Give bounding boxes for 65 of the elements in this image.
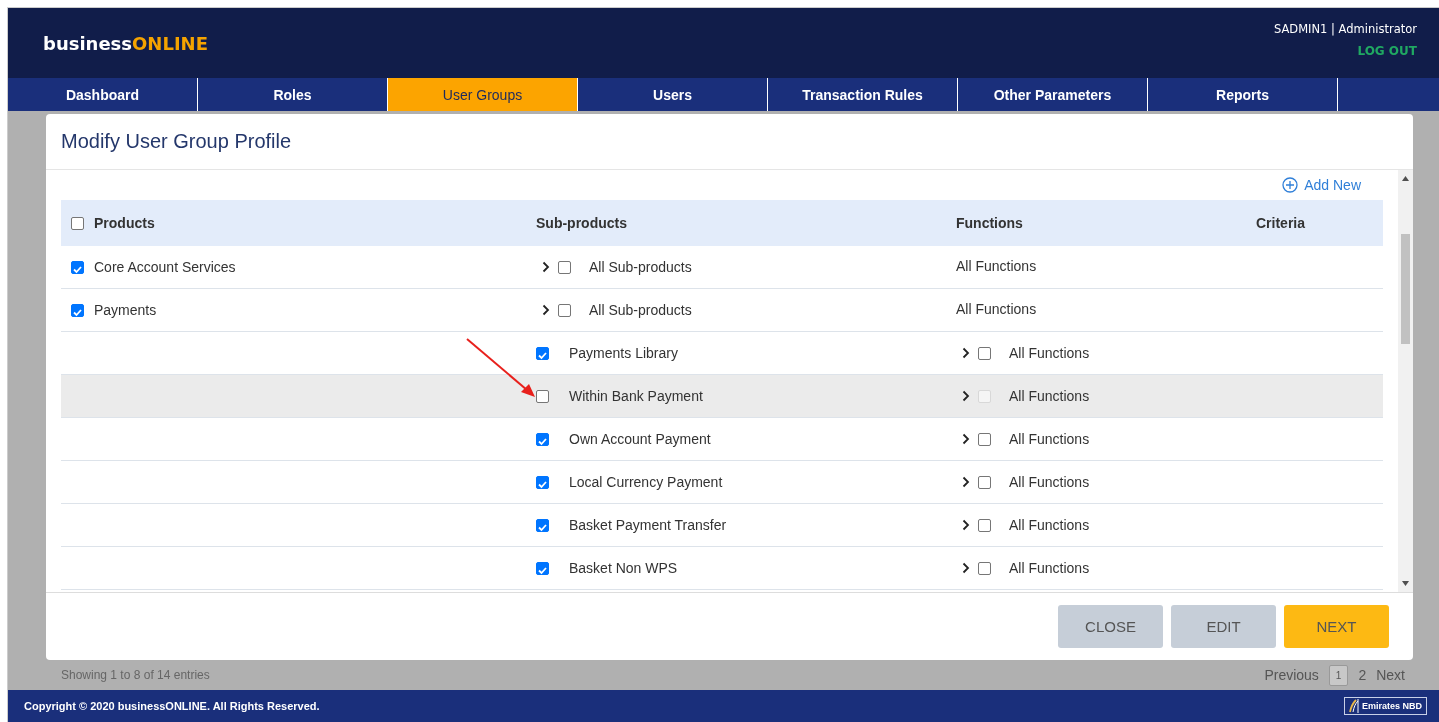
column-header: Criteria — [1256, 215, 1306, 231]
checkbox[interactable] — [536, 561, 549, 575]
chevron-icon[interactable] — [962, 562, 970, 574]
column-header: Products — [94, 215, 155, 231]
nav-tab[interactable]: User Groups — [388, 78, 578, 111]
sub-product-name: Local Currency Payment — [569, 474, 723, 490]
logout-link[interactable]: LOG OUT — [1357, 44, 1417, 58]
previous-link[interactable]: Previous — [1264, 667, 1319, 683]
checkbox[interactable] — [558, 260, 571, 274]
sub-product-name: Payments Library — [569, 345, 678, 361]
sub-product-name: Basket Payment Transfer — [569, 517, 727, 533]
add-new-link[interactable]: Add New — [1282, 177, 1361, 193]
functions-label: All Functions — [1009, 345, 1090, 361]
chevron-icon[interactable] — [962, 433, 970, 445]
user-info: SADMIN1 | Administrator — [1273, 22, 1417, 36]
logo-icon — [1346, 699, 1359, 713]
sub-product-name: Basket Non WPS — [569, 560, 678, 576]
chevron-icon[interactable] — [962, 347, 970, 359]
action-button[interactable]: CLOSE — [1058, 605, 1163, 648]
copyright-text: Copyright © 2020 businessONLINE. All Rights Reserved. — [24, 700, 320, 712]
logo-text: Emirates NBD — [1361, 701, 1422, 711]
chevron-icon[interactable] — [962, 519, 970, 531]
column-header: Functions — [956, 215, 1023, 231]
functions-label: All Functions — [1009, 431, 1090, 447]
column-header: Sub-products — [536, 215, 627, 231]
checkbox[interactable] — [71, 260, 84, 274]
sub-product-label: All Sub-products — [589, 302, 692, 318]
action-button[interactable]: EDIT — [1171, 605, 1276, 648]
product-name: Payments — [94, 302, 157, 318]
checkbox[interactable] — [558, 303, 571, 317]
plus-circle-icon — [1282, 177, 1299, 193]
checkbox[interactable] — [978, 432, 991, 446]
sub-product-label: All Sub-products — [589, 259, 692, 275]
checkbox[interactable] — [978, 346, 991, 360]
chevron-icon[interactable] — [542, 304, 550, 316]
select-all-checkbox[interactable] — [71, 216, 84, 230]
checkbox[interactable] — [536, 518, 549, 532]
product-name: Core Account Services — [94, 259, 236, 275]
sub-product-name: Within Bank Payment — [569, 388, 703, 404]
functions-label: All Functions — [1009, 560, 1090, 576]
checkbox[interactable] — [536, 346, 549, 360]
sub-product-name: Own Account Payment — [569, 431, 711, 447]
scrollbar[interactable] — [1398, 170, 1413, 592]
functions-label: All Functions — [1009, 388, 1090, 404]
scroll-down-icon[interactable] — [1402, 581, 1409, 586]
functions-label: All Functions — [956, 301, 1037, 317]
chevron-icon[interactable] — [962, 476, 970, 488]
modal-title: Modify User Group Profile — [61, 130, 292, 153]
chevron-icon[interactable] — [542, 261, 550, 273]
functions-label: All Functions — [1009, 474, 1090, 490]
brand-logo: businessONLINE — [43, 32, 208, 54]
checkbox[interactable] — [71, 303, 84, 317]
scroll-up-icon[interactable] — [1402, 176, 1409, 181]
scrollbar-thumb[interactable] — [1401, 234, 1410, 344]
checkbox[interactable] — [978, 561, 991, 575]
next-button[interactable]: NEXT — [1284, 605, 1389, 648]
checkbox[interactable] — [978, 475, 991, 489]
page-link[interactable]: 1 — [1328, 664, 1349, 686]
functions-label: All Functions — [1009, 517, 1090, 533]
next-link[interactable]: Next — [1376, 667, 1405, 683]
checkbox[interactable] — [536, 432, 549, 446]
functions-label: All Functions — [956, 258, 1037, 274]
entries-info: Showing 1 to 8 of 14 entries — [61, 668, 210, 682]
checkbox[interactable] — [536, 475, 549, 489]
checkbox[interactable] — [978, 518, 991, 532]
